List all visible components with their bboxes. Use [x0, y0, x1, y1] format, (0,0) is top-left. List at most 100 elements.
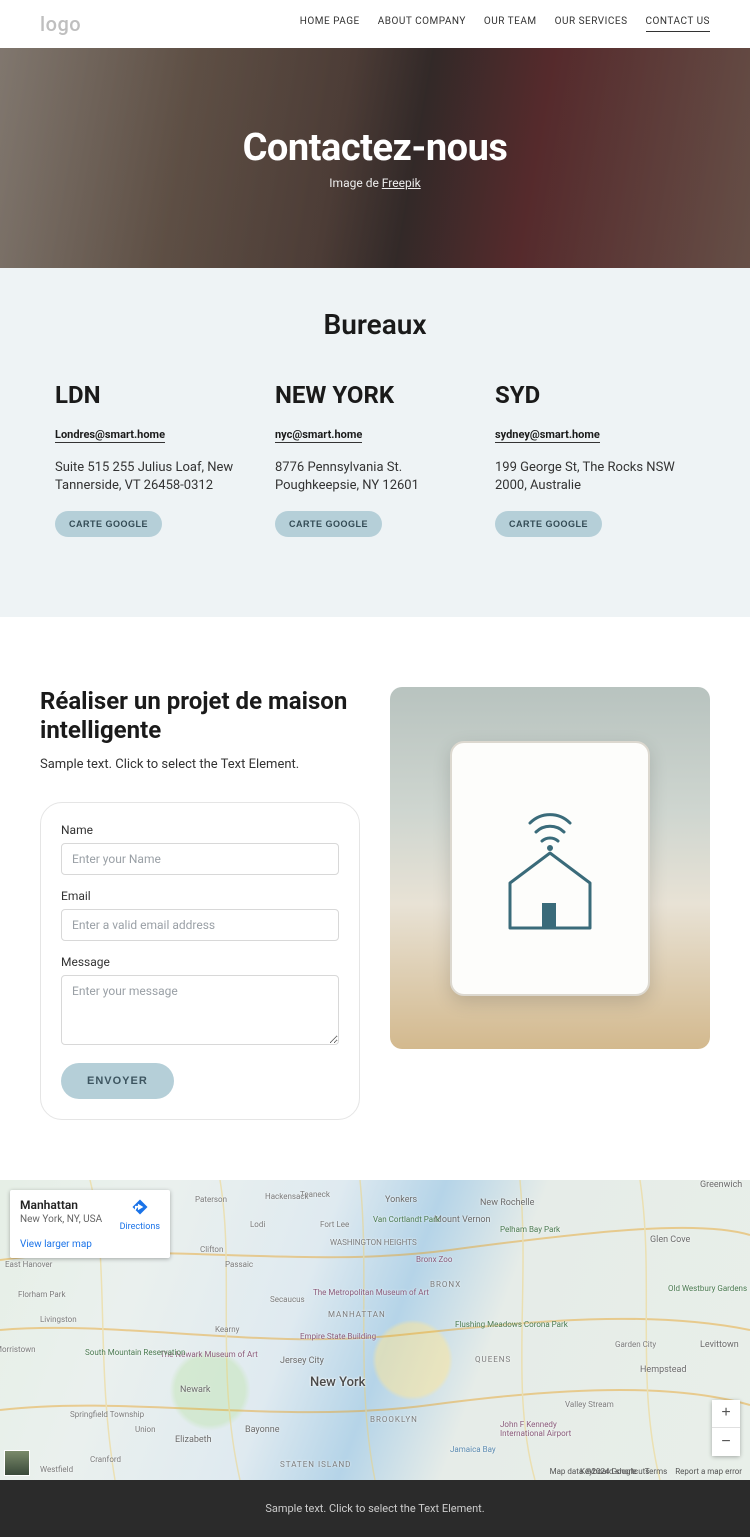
- map-label-cranford: Cranford: [90, 1455, 121, 1464]
- main-nav: HOME PAGE ABOUT COMPANY OUR TEAM OUR SER…: [300, 16, 710, 32]
- map-label-passaic: Passaic: [225, 1260, 253, 1269]
- map-label-manhattan: MANHATTAN: [328, 1310, 386, 1319]
- map-label-queens: QUEENS: [475, 1355, 511, 1364]
- project-right: [390, 687, 710, 1049]
- project-section: Réaliser un projet de maison intelligent…: [0, 617, 750, 1180]
- map-label-flushing: Flushing Meadows Corona Park: [455, 1320, 568, 1329]
- nav-contact[interactable]: CONTACT US: [646, 16, 710, 32]
- map-footer: Map data ©2024 Google Terms Report a map…: [550, 1467, 742, 1476]
- zoom-controls: + −: [712, 1400, 740, 1456]
- map-label-newrochelle: New Rochelle: [480, 1198, 534, 1208]
- map-terms-link[interactable]: Terms: [645, 1467, 667, 1476]
- email-input[interactable]: [61, 909, 339, 941]
- office-address: 199 George St, The Rocks NSW 2000, Austr…: [495, 459, 695, 495]
- google-map-button[interactable]: CARTE GOOGLE: [275, 511, 382, 537]
- map-label-hackensack: Hackensack: [265, 1192, 309, 1201]
- map-label-garden: Garden City: [615, 1340, 656, 1349]
- google-map-button[interactable]: CARTE GOOGLE: [55, 511, 162, 537]
- office-ldn: LDN Londres@smart.home Suite 515 255 Jul…: [55, 381, 255, 537]
- map-label-glencove: Glen Cove: [650, 1235, 690, 1245]
- map-label-somr: South Mountain Reservation: [85, 1348, 185, 1357]
- office-grid: LDN Londres@smart.home Suite 515 255 Jul…: [55, 381, 695, 537]
- office-email[interactable]: nyc@smart.home: [275, 428, 362, 443]
- office-email[interactable]: sydney@smart.home: [495, 428, 600, 443]
- map-label-valley: Valley Stream: [565, 1400, 614, 1409]
- map-info-card: Manhattan New York, NY, USA View larger …: [10, 1190, 170, 1258]
- map-label-bronx: BRONX: [430, 1280, 461, 1289]
- office-city: LDN: [55, 381, 255, 409]
- directions-button[interactable]: Directions: [120, 1198, 160, 1232]
- map-label-vancort: Van Cortlandt Park: [373, 1215, 440, 1224]
- project-image: [390, 687, 710, 1049]
- map-label-westbury: Old Westbury Gardens: [668, 1284, 747, 1293]
- contact-form: Name Email Message ENVOYER: [40, 802, 360, 1120]
- map-label-kearny: Kearny: [215, 1325, 239, 1334]
- nav-about[interactable]: ABOUT COMPANY: [378, 16, 466, 32]
- zoom-in-button[interactable]: +: [712, 1400, 740, 1428]
- map-label-lodi: Lodi: [250, 1220, 265, 1229]
- map-label-yonkers: Yonkers: [385, 1195, 417, 1205]
- hero-credit-prefix: Image de: [329, 176, 382, 190]
- map-section[interactable]: Manhattan New York, NY, USA View larger …: [0, 1180, 750, 1480]
- nav-services[interactable]: OUR SERVICES: [555, 16, 628, 32]
- office-address: Suite 515 255 Julius Loaf, New Tannersid…: [55, 459, 255, 495]
- offices-section: Bureaux LDN Londres@smart.home Suite 515…: [0, 268, 750, 617]
- streetview-thumb[interactable]: [4, 1450, 30, 1476]
- map-label-union: Union: [135, 1425, 156, 1434]
- map-attribution: Map data ©2024 Google: [550, 1467, 637, 1476]
- map-label-esb: Empire State Building: [300, 1332, 376, 1341]
- page-footer: Sample text. Click to select the Text El…: [0, 1480, 750, 1537]
- logo[interactable]: logo: [40, 12, 81, 36]
- smart-home-icon: [490, 798, 610, 938]
- map-label-hempstead: Hempstead: [640, 1365, 686, 1375]
- header: logo HOME PAGE ABOUT COMPANY OUR TEAM OU…: [0, 0, 750, 48]
- map-label-secaucus: Secaucus: [270, 1295, 305, 1304]
- hero-credit-link[interactable]: Freepik: [382, 176, 421, 190]
- map-label-newark: Newark: [180, 1385, 210, 1395]
- project-left: Réaliser un projet de maison intelligent…: [40, 687, 360, 1120]
- message-label: Message: [61, 955, 339, 969]
- map-label-wash: WASHINGTON HEIGHTS: [330, 1238, 417, 1247]
- office-ny: NEW YORK nyc@smart.home 8776 Pennsylvani…: [275, 381, 475, 537]
- map-label-levittown: Levittown: [700, 1340, 739, 1350]
- map-label-elizabeth: Elizabeth: [175, 1435, 212, 1445]
- view-larger-map-link[interactable]: View larger map: [20, 1239, 160, 1250]
- map-label-jamaica: Jamaica Bay: [450, 1445, 496, 1454]
- map-report-link[interactable]: Report a map error: [675, 1467, 742, 1476]
- tablet-graphic: [450, 741, 650, 996]
- map-label-clifton: Clifton: [200, 1245, 223, 1254]
- hero-credit: Image de Freepik: [329, 176, 420, 190]
- map-label-brooklyn: BROOKLYN: [370, 1415, 418, 1424]
- map-label-morris: Morristown: [0, 1345, 36, 1354]
- nav-home[interactable]: HOME PAGE: [300, 16, 360, 32]
- office-address: 8776 Pennsylvania St. Poughkeepsie, NY 1…: [275, 459, 475, 495]
- map-city-label: New York: [310, 1375, 365, 1390]
- office-city: NEW YORK: [275, 381, 475, 409]
- zoom-out-button[interactable]: −: [712, 1428, 740, 1456]
- office-syd: SYD sydney@smart.home 199 George St, The…: [495, 381, 695, 537]
- hero-title: Contactez-nous: [243, 126, 508, 170]
- map-label-fortlee: Fort Lee: [320, 1220, 349, 1229]
- map-label-mtvernon: Mount Vernon: [434, 1215, 491, 1225]
- email-label: Email: [61, 889, 339, 903]
- nav-team[interactable]: OUR TEAM: [484, 16, 537, 32]
- office-email[interactable]: Londres@smart.home: [55, 428, 165, 443]
- map-label-springfield: Springfield Township: [70, 1410, 144, 1419]
- map-label-easthan: East Hanover: [5, 1260, 52, 1269]
- directions-label: Directions: [120, 1222, 160, 1232]
- name-label: Name: [61, 823, 339, 837]
- map-label-florham: Florham Park: [18, 1290, 66, 1299]
- directions-icon: [131, 1198, 149, 1216]
- office-city: SYD: [495, 381, 695, 409]
- message-input[interactable]: [61, 975, 339, 1045]
- map-label-bronxz: Bronx Zoo: [416, 1255, 452, 1264]
- google-map-button[interactable]: CARTE GOOGLE: [495, 511, 602, 537]
- map-label-livingston: Livingston: [40, 1315, 77, 1324]
- map-label-westfield: Westfield: [40, 1465, 73, 1474]
- submit-button[interactable]: ENVOYER: [61, 1063, 174, 1099]
- map-label-bayonne: Bayonne: [245, 1425, 279, 1435]
- map-label-moma: The Metropolitan Museum of Art: [313, 1288, 429, 1297]
- map-label-greenwich: Greenwich: [700, 1180, 742, 1190]
- map-label-paterson: Paterson: [195, 1195, 227, 1204]
- name-input[interactable]: [61, 843, 339, 875]
